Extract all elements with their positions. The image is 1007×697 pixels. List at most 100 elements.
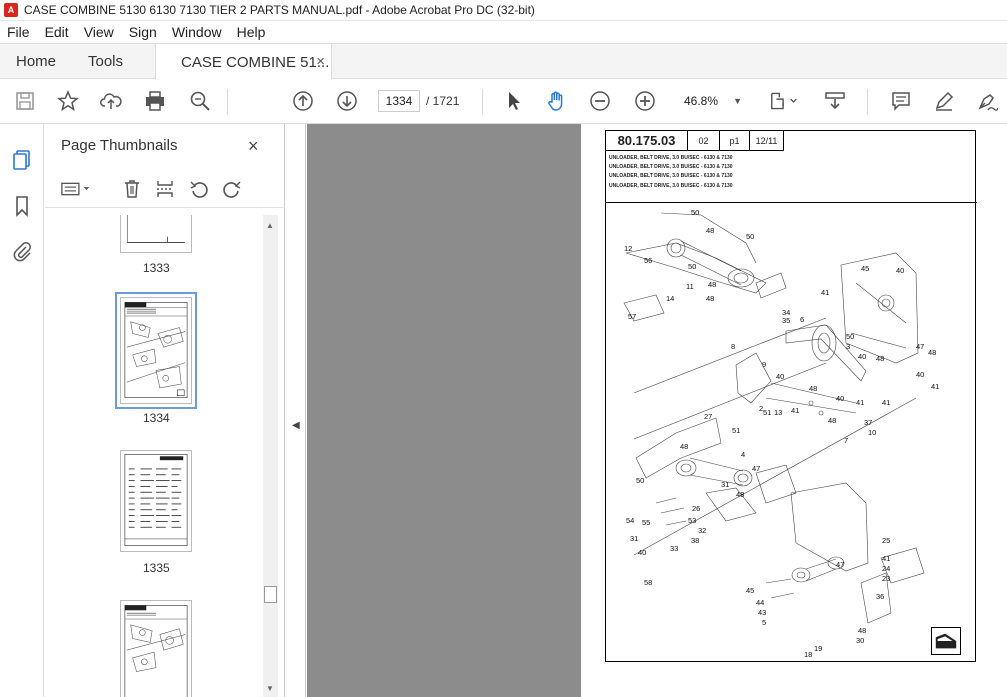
sign-pen-icon[interactable] <box>975 89 999 113</box>
panel-collapse-handle[interactable]: ◀ <box>286 124 306 697</box>
menu-help[interactable]: Help <box>230 24 274 40</box>
close-tab-icon[interactable]: × <box>316 53 325 70</box>
save-icon[interactable] <box>13 89 37 113</box>
diagram-linework <box>623 212 925 624</box>
document-view[interactable]: 80.175.03 02 p1 12/11 UNLOADER, BELT DRI… <box>307 124 1007 697</box>
main-toolbar: 1334 / 1721 46.8% ▼ <box>0 79 1007 124</box>
part-callout-number: 40 <box>916 370 924 379</box>
comment-icon[interactable] <box>889 89 913 113</box>
part-callout-number: 48 <box>828 416 836 425</box>
part-callout-number: 13 <box>774 408 782 417</box>
thumbnail-label: 1333 <box>143 261 170 275</box>
highlight-pen-icon[interactable] <box>932 89 956 113</box>
page-number-input[interactable]: 1334 <box>378 90 420 112</box>
menu-sign[interactable]: Sign <box>122 24 165 40</box>
part-callout-number: 40 <box>858 352 866 361</box>
revision: 02 <box>688 131 720 151</box>
thumbnail-page[interactable] <box>120 600 192 697</box>
thumbnail-page[interactable] <box>120 450 192 552</box>
part-callout-number: 27 <box>704 412 712 421</box>
part-callout-number: 48 <box>706 226 714 235</box>
scroll-mode-icon[interactable] <box>823 89 847 113</box>
find-zoom-icon[interactable] <box>188 89 212 113</box>
part-callout-number: 14 <box>666 294 674 303</box>
part-callout-number: 41 <box>931 382 939 391</box>
thumbnail-scrollbar[interactable]: ▲ ▼ <box>263 215 278 697</box>
thumbnail-page-selected[interactable] <box>115 292 197 409</box>
scroll-down-arrow-icon[interactable]: ▼ <box>266 684 274 693</box>
part-callout-number: 41 <box>856 398 864 407</box>
description-line: UNLOADER, BELT DRIVE, 3.0 BU/SEC - 6130 … <box>609 182 733 189</box>
delete-page-icon[interactable] <box>121 178 143 200</box>
part-callout-number: 40 <box>896 266 904 275</box>
thumbnail-options-icon[interactable] <box>59 178 95 200</box>
thumbnail-list: 1333 1334 1335 <box>45 215 265 697</box>
part-callout-number: 10 <box>868 428 876 437</box>
part-callout-number: 5 <box>762 618 766 627</box>
thumbnail-page[interactable] <box>120 215 192 253</box>
tab-home[interactable]: Home <box>16 44 56 79</box>
part-callout-number: 53 <box>688 516 696 525</box>
part-callout-number: 19 <box>814 644 822 653</box>
part-callout-number: 6 <box>800 315 804 324</box>
menu-edit[interactable]: Edit <box>38 24 77 40</box>
part-callout-number: 48 <box>708 280 716 289</box>
attachments-paperclip-icon[interactable] <box>10 239 34 263</box>
part-callout-number: 24 <box>882 564 890 573</box>
menu-file[interactable]: File <box>0 24 38 40</box>
bookmark-star-icon[interactable] <box>56 89 80 113</box>
description-box: UNLOADER, BELT DRIVE, 3.0 BU/SEC - 6130 … <box>606 151 977 203</box>
part-callout-number: 30 <box>856 636 864 645</box>
zoom-value: 46.8% <box>684 94 719 108</box>
part-callout-number: 58 <box>644 578 652 587</box>
zoom-in-icon[interactable] <box>633 89 657 113</box>
page-thumbnails-icon[interactable] <box>10 148 34 172</box>
toolbar-divider <box>227 89 228 115</box>
description-line: UNLOADER, BELT DRIVE, 3.0 BU/SEC - 6130 … <box>609 173 733 180</box>
part-callout-number: 40 <box>638 548 646 557</box>
rotate-right-icon[interactable] <box>221 178 243 200</box>
print-icon[interactable] <box>143 89 167 113</box>
tab-tools[interactable]: Tools <box>88 44 123 79</box>
thumbnail-toolbar <box>45 170 285 208</box>
navigation-rail <box>0 124 44 697</box>
next-page-icon[interactable] <box>335 89 359 113</box>
page-fit-icon[interactable] <box>767 89 803 113</box>
close-panel-icon[interactable]: × <box>248 136 259 157</box>
section-code: 80.175.03 <box>606 131 688 151</box>
exploded-parts-diagram: 50485012565011 4814 485745 40413435 650340 48… <box>623 208 939 659</box>
bookmarks-icon[interactable] <box>10 194 34 218</box>
scroll-up-arrow-icon[interactable]: ▲ <box>266 221 274 230</box>
part-callout-number: 40 <box>836 394 844 403</box>
previous-page-icon[interactable] <box>291 89 315 113</box>
rotate-left-icon[interactable] <box>188 178 210 200</box>
parts-sheet: 80.175.03 02 p1 12/11 UNLOADER, BELT DRI… <box>605 130 977 662</box>
zoom-select[interactable]: 46.8% ▼ <box>678 90 746 112</box>
part-callout-number: 31 <box>630 534 638 543</box>
hand-tool-icon[interactable] <box>545 89 569 113</box>
part-callout-number: 47 <box>916 342 924 351</box>
zoom-out-icon[interactable] <box>588 89 612 113</box>
part-callout-number: 9 <box>762 360 766 369</box>
part-callout-number: 4 <box>741 450 745 459</box>
part-callout-number: 48 <box>680 442 688 451</box>
part-callout-number: 45 <box>861 264 869 273</box>
toolbar-divider <box>482 89 483 115</box>
part-callout-number: 50 <box>636 476 644 485</box>
part-callout-number: 38 <box>691 536 699 545</box>
part-callout-number: 40 <box>776 372 784 381</box>
part-callout-number: 35 <box>782 316 790 325</box>
select-cursor-icon[interactable] <box>502 89 526 113</box>
description-line: UNLOADER, BELT DRIVE, 3.0 BU/SEC - 6130 … <box>609 164 733 171</box>
tab-document[interactable]: CASE COMBINE 51... × <box>155 44 332 80</box>
description-line: UNLOADER, BELT DRIVE, 3.0 BU/SEC - 6130 … <box>609 155 733 161</box>
extract-page-icon[interactable] <box>154 178 176 200</box>
part-callout-number: 50 <box>691 208 699 217</box>
menu-view[interactable]: View <box>77 24 122 40</box>
toolbar-divider <box>867 89 868 115</box>
menu-window[interactable]: Window <box>165 24 230 40</box>
part-callout-number: 50 <box>846 332 854 341</box>
part-callout-number: 43 <box>758 608 766 617</box>
scroll-thumb[interactable] <box>264 586 277 603</box>
upload-cloud-icon[interactable] <box>99 89 123 113</box>
